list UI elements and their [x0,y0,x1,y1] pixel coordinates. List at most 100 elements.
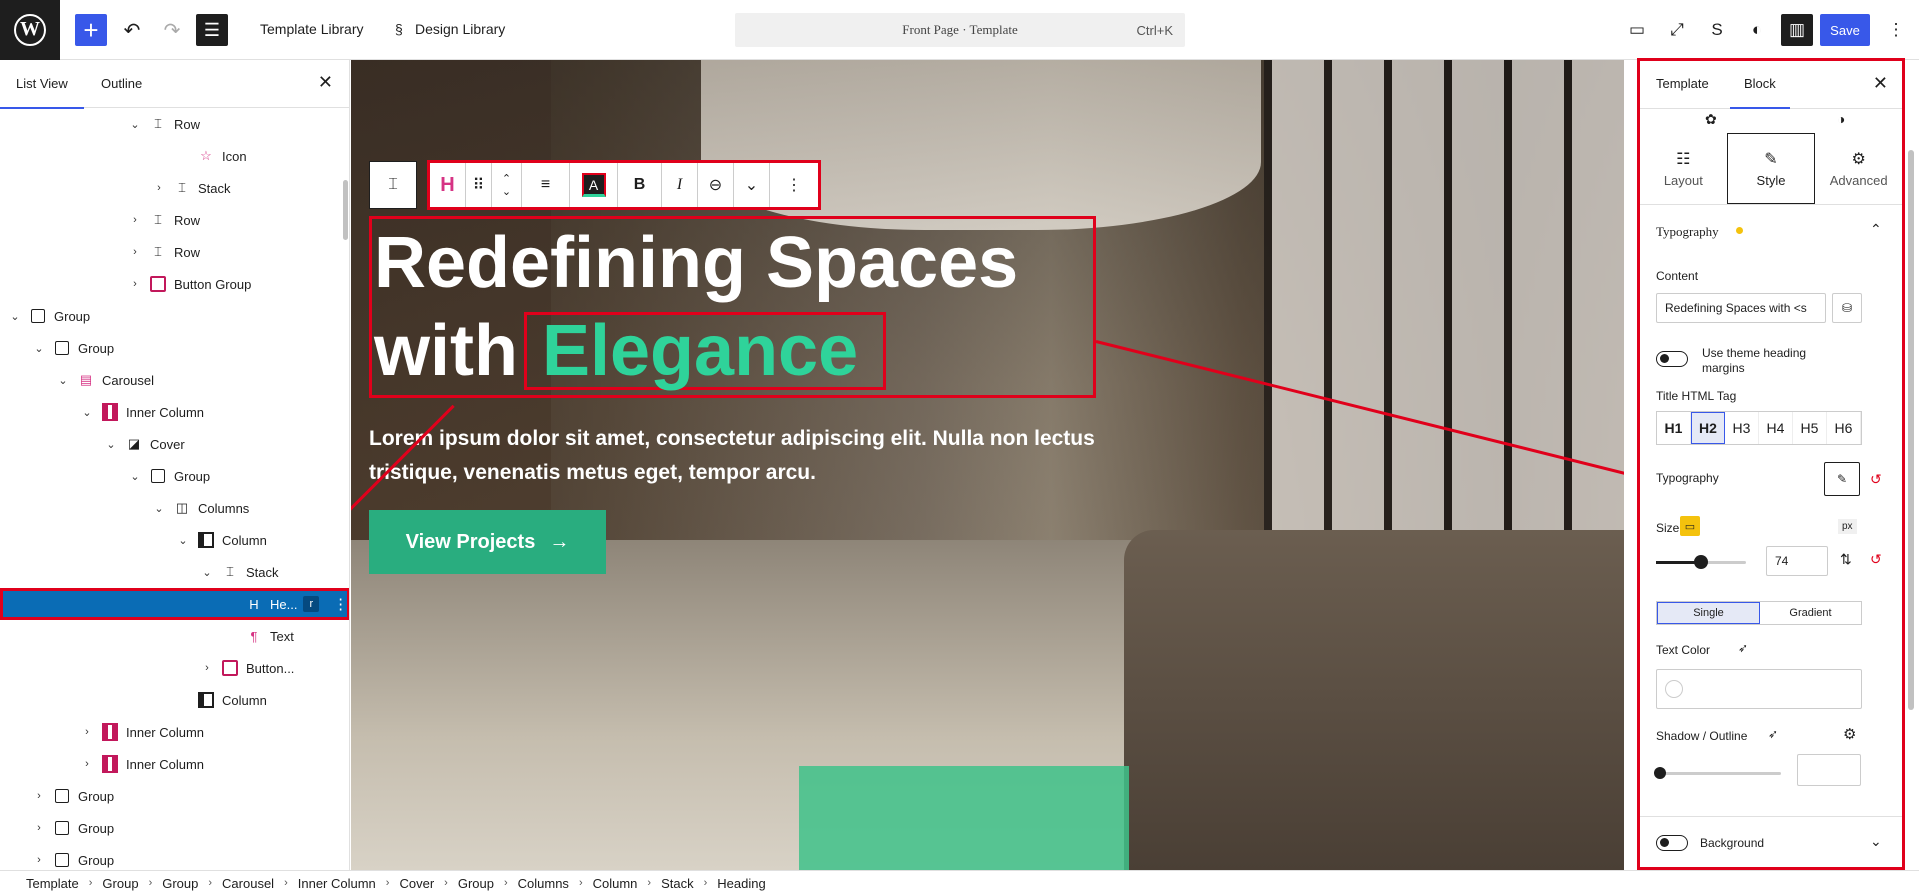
chevron-right-icon[interactable]: › [128,278,142,290]
tree-item[interactable]: H He... r ⋮ [0,588,349,620]
hero-heading[interactable]: Redefining Spaces with Elegance [369,216,1096,398]
list-scrollbar[interactable] [343,180,348,240]
tag-h1[interactable]: H1 [1657,412,1691,444]
tree-item[interactable]: ⌄ Group [0,460,349,492]
tree-item[interactable]: ⌄ ⌶ Row [0,108,349,140]
design-library-link[interactable]: Design Library [415,21,505,37]
tree-item[interactable]: ⌄ Group [0,332,349,364]
tree-item[interactable]: ⌄ Column [0,524,349,556]
tab-template[interactable]: Template [1656,76,1709,91]
desktop-responsive-icon[interactable]: ▭ [1680,516,1700,536]
align-left-icon[interactable]: ≡ [522,163,570,207]
tree-item[interactable]: ⌄ ▤ Carousel [0,364,349,396]
shadow-slider-thumb[interactable] [1654,767,1666,779]
edit-typography-icon[interactable]: ✎ [1824,462,1860,496]
tree-item[interactable]: › Group [0,780,349,812]
move-updown-icon[interactable]: ⌃ ⌄ [492,163,522,207]
theme-margins-toggle[interactable] [1656,351,1688,367]
chevron-down-icon[interactable]: ⌄ [80,406,94,419]
size-input[interactable]: 74 [1766,546,1828,576]
tree-item[interactable]: › ⌶ Row [0,236,349,268]
tag-h6[interactable]: H6 [1827,412,1861,444]
unit-toggle[interactable]: px [1838,519,1857,534]
tag-h2[interactable]: H2 [1691,412,1725,444]
close-icon[interactable]: ✕ [318,72,333,93]
redo-icon[interactable]: ↷ [156,14,188,46]
chevron-down-icon[interactable]: ⌄ [32,342,46,355]
parent-stack-icon[interactable]: ⌶ [369,161,417,209]
tab-block[interactable]: Block [1730,76,1790,109]
chevron-down-icon[interactable]: ⌄ [152,502,166,515]
template-library-link[interactable]: Template Library [260,21,364,37]
gear-icon[interactable]: ⚙ [1843,725,1856,743]
tree-item[interactable]: Column [0,684,349,716]
tree-item[interactable]: › Button Group [0,268,349,300]
breadcrumb-item[interactable]: Group [162,876,198,891]
tree-item[interactable]: ¶ Text [0,620,349,652]
chevron-up-icon[interactable]: ⌃ [1870,221,1882,238]
drag-handle-icon[interactable]: ⠿ [466,163,492,207]
breadcrumb-item[interactable]: Cover [399,876,434,891]
tab-list-view[interactable]: List View [0,76,84,109]
text-color-icon[interactable]: A [570,163,618,207]
breadcrumb-item[interactable]: Template [26,876,79,891]
tab-outline[interactable]: Outline [101,76,142,91]
close-icon[interactable]: ✕ [1873,73,1888,94]
tree-item[interactable]: › Group [0,812,349,844]
tree-item[interactable]: ⌄ Group [0,300,349,332]
contrast-icon[interactable]: ◑ [1837,111,1845,127]
tree-item[interactable]: ⌄ ⌶ Stack [0,556,349,588]
dynamic-content-icon[interactable]: ⛁ [1832,293,1862,323]
styles-icon[interactable]: ◐ [1741,14,1773,46]
chevron-down-icon[interactable]: ⌄ [200,566,214,579]
size-slider[interactable] [1656,555,1746,569]
chevron-down-icon[interactable]: ⌄ [128,118,142,131]
heading-icon[interactable]: H [430,163,466,207]
tree-item[interactable]: › Button... [0,652,349,684]
size-slider-thumb[interactable] [1694,555,1708,569]
color-mode-gradient[interactable]: Gradient [1760,602,1861,624]
chevron-down-icon[interactable]: ⌄ [104,438,118,451]
settings-sidebar-icon[interactable]: ▥ [1781,14,1813,46]
italic-icon[interactable]: I [662,163,698,207]
breadcrumb-item[interactable]: Carousel [222,876,274,891]
tree-item[interactable]: ⌄ ◫ Columns [0,492,349,524]
text-color-picker[interactable] [1656,669,1862,709]
gear-small-icon[interactable]: ✿ [1705,111,1717,128]
more-options-icon[interactable]: ⋮ [333,595,348,613]
tree-item[interactable]: ⌄ Inner Column [0,396,349,428]
tree-item[interactable]: ⌄ ◪ Cover [0,428,349,460]
chevron-right-icon[interactable]: › [32,822,46,834]
chevron-down-icon[interactable]: ⌄ [8,310,22,323]
command-palette[interactable]: Front Page · Template Ctrl+K [735,13,1185,47]
chevron-right-icon[interactable]: › [128,214,142,226]
more-options-icon[interactable]: ⋮ [1880,14,1912,46]
hero-subtitle[interactable]: Lorem ipsum dolor sit amet, consectetur … [369,422,1109,490]
tree-item[interactable]: ☆ Icon [0,140,349,172]
breadcrumb-item[interactable]: Group [102,876,138,891]
custom-units-icon[interactable]: ⇅ [1840,551,1852,568]
undo-icon[interactable]: ↶ [116,14,148,46]
more-options-icon[interactable]: ⋮ [770,163,818,207]
block-chip[interactable]: r [303,596,320,612]
background-toggle[interactable] [1656,835,1688,851]
breadcrumb-item[interactable]: Stack [661,876,694,891]
tree-item[interactable]: › ⌶ Stack [0,172,349,204]
list-view-button[interactable]: ☰ [196,14,228,46]
bold-icon[interactable]: B [618,163,662,207]
subtab-layout[interactable]: ☷ Layout [1640,133,1727,204]
breadcrumb-item[interactable]: Columns [518,876,569,891]
chevron-right-icon[interactable]: › [80,726,94,738]
chevron-right-icon[interactable]: › [32,790,46,802]
shadow-input[interactable] [1797,754,1861,786]
wordpress-logo[interactable]: W [0,0,60,60]
chevron-right-icon[interactable]: › [80,758,94,770]
tag-h5[interactable]: H5 [1793,412,1827,444]
chevron-down-icon[interactable]: ⌄ [128,470,142,483]
chevron-right-icon[interactable]: › [152,182,166,194]
shadow-slider[interactable] [1654,767,1781,779]
reset-icon[interactable]: ↺ [1870,551,1882,568]
add-block-button[interactable]: + [75,14,107,46]
typography-section-title[interactable]: Typography [1656,224,1719,240]
chevron-down-icon[interactable]: ⌄ [734,163,770,207]
